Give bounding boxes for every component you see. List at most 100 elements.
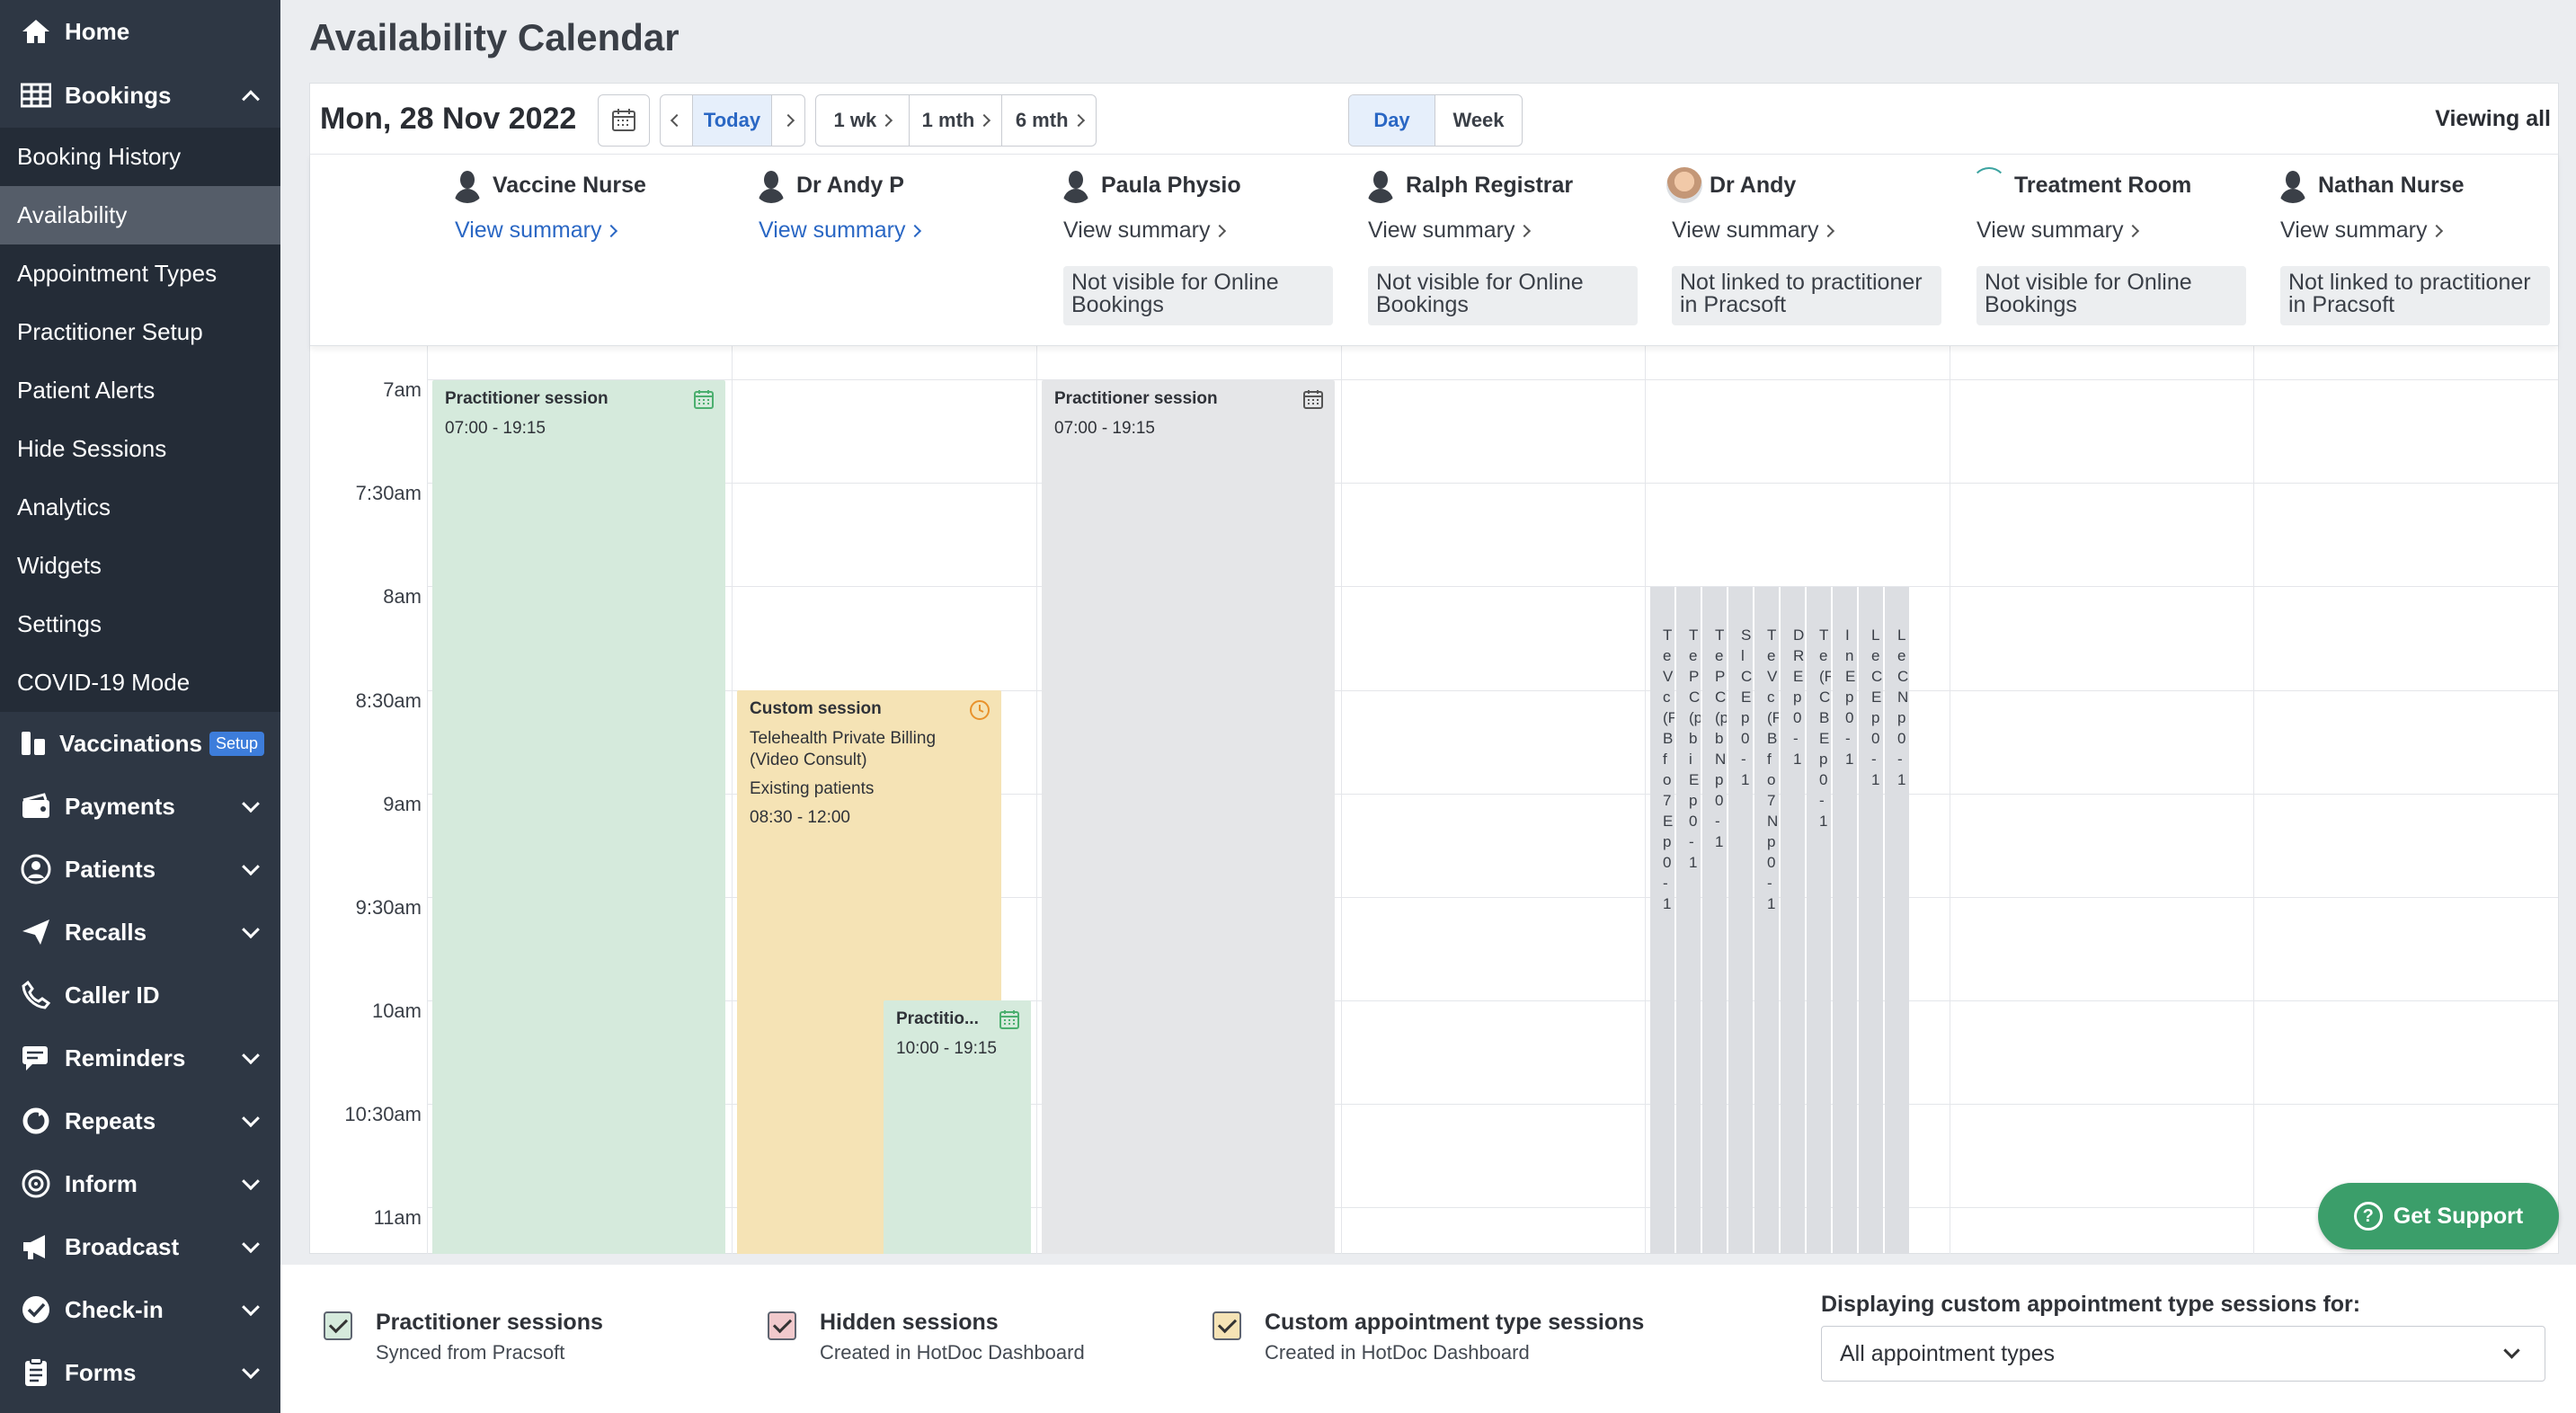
calendar-icon [693,389,715,416]
home-icon [18,13,54,49]
view-summary-label: View summary [1672,218,1819,243]
jump-1wk-button[interactable]: 1 wk [816,95,910,146]
nav-check-in[interactable]: Check-in [0,1278,280,1341]
week-view-button[interactable]: Week [1435,95,1522,146]
calendar-toolbar: Mon, 28 Nov 2022 Today 1 wk 1 mth 6 mth … [310,84,2558,154]
viewing-filter[interactable]: Viewing all [2435,106,2551,132]
hidden-session[interactable]: Practitioner session 07:00 - 19:15 [1042,380,1335,1254]
target-icon [18,1166,54,1202]
practitioner-name: Nathan Nurse [2275,167,2465,203]
practitioner-name-text: Dr Andy P [796,172,904,198]
avatar-photo [1666,167,1702,203]
chevron-left-icon [670,113,683,128]
session-title: Practitioner session [445,389,608,408]
avatar-icon [449,167,485,203]
view-summary-link[interactable]: View summary [1368,218,1532,244]
practitioner-name-text: Ralph Registrar [1406,172,1574,198]
session-strip[interactable]: InEp0-1 [1833,587,1857,1254]
nav-caller-id[interactable]: Caller ID [0,964,280,1026]
display-filter-label: Displaying custom appointment type sessi… [1821,1292,2361,1317]
appointment-type-select[interactable]: All appointment types [1821,1326,2545,1382]
nav-forms[interactable]: Forms [0,1341,280,1404]
session-strip[interactable]: SlCEp0-1 [1728,587,1753,1254]
nav-payments-label: Payments [65,792,175,820]
session-strip[interactable]: Te(FCBEp0-1 [1807,587,1831,1254]
nav-availability[interactable]: Availability [0,186,280,244]
practitioner-sessions-checkbox[interactable] [324,1311,352,1340]
today-button[interactable]: Today [693,95,772,146]
view-summary-link[interactable]: View summary [2280,218,2444,244]
get-support-button[interactable]: ? Get Support [2318,1183,2559,1249]
chevron-down-icon [242,1172,260,1191]
nav-appointment-types[interactable]: Appointment Types [0,244,280,303]
day-view-button[interactable]: Day [1349,95,1435,146]
time-label: 8:30am [355,689,422,712]
nav-hide-sessions[interactable]: Hide Sessions [0,420,280,478]
nav-payments[interactable]: Payments [0,775,280,838]
nav-widgets[interactable]: Widgets [0,537,280,595]
legend-hidden: Hidden sessions Created in HotDoc Dashbo… [768,1310,1085,1364]
session-strip[interactable]: LeCNp0-1 [1885,587,1909,1254]
nav-recalls[interactable]: Recalls [0,901,280,964]
time-label: 10am [371,1000,422,1022]
view-summary-link[interactable]: View summary [1063,218,1227,244]
nav-analytics[interactable]: Analytics [0,478,280,537]
chevron-right-icon [880,113,893,128]
practitioner-name: Paula Physio [1058,167,1241,203]
nav-reminders[interactable]: Reminders [0,1026,280,1089]
nav-check-in-label: Check-in [65,1295,164,1323]
practitioner-name: Treatment Room [1971,167,2191,203]
nav-booking-history[interactable]: Booking History [0,128,280,186]
session-strip[interactable]: TePC(pbiEp0-1 [1676,587,1701,1254]
phone-icon [18,977,54,1013]
view-summary-label: View summary [1976,218,2124,243]
view-summary-label: View summary [759,218,906,243]
calendar-icon [612,109,635,131]
session-strip[interactable]: TePC(pbNp0-1 [1702,587,1727,1254]
view-summary-link[interactable]: View summary [455,218,618,244]
view-summary-link[interactable]: View summary [759,218,922,244]
nav-inform[interactable]: Inform [0,1152,280,1215]
nav-patients-label: Patients [65,855,156,883]
nav-practitioner-setup[interactable]: Practitioner Setup [0,303,280,361]
jump-1wk-label: 1 wk [833,109,877,131]
nav-repeats-label: Repeats [65,1106,156,1134]
view-summary-link[interactable]: View summary [1976,218,2140,244]
next-day-button[interactable] [772,95,804,146]
custom-sessions-checkbox[interactable] [1212,1311,1241,1340]
session-strip[interactable]: TeVc(FBfo7Np0-1 [1754,587,1779,1254]
legend-bar: Practitioner sessions Synced from Pracso… [280,1265,2576,1413]
session-strip[interactable]: TeVc(FBfo7Ep0-1 [1650,587,1674,1254]
view-summary-label: View summary [1368,218,1515,243]
hidden-sessions-checkbox[interactable] [768,1311,796,1340]
date-picker-button[interactable] [598,94,650,147]
session-strip[interactable]: DREp0-1 [1781,587,1805,1254]
jump-6mth-label: 6 mth [1015,109,1069,131]
nav-repeats[interactable]: Repeats [0,1089,280,1152]
nav-patients[interactable]: Patients [0,838,280,901]
time-label: 7:30am [355,482,422,504]
jump-1mth-button[interactable]: 1 mth [910,95,1003,146]
nav-bookings[interactable]: Bookings [0,63,280,128]
nav-vaccinations[interactable]: Vaccinations Setup [0,712,280,775]
grid-icon [18,77,54,113]
nav-broadcast[interactable]: Broadcast [0,1215,280,1278]
practitioner-column-header: Nathan Nurse View summary Not linked to … [2275,155,2572,347]
nav-settings[interactable]: Settings [0,595,280,653]
nav-covid-mode[interactable]: COVID-19 Mode [0,653,280,712]
view-summary-label: View summary [1063,218,1211,243]
chevron-right-icon [2127,224,2140,237]
session-time: 07:00 - 19:15 [1054,419,1155,438]
prev-day-button[interactable] [661,95,693,146]
repeat-icon [18,1103,54,1139]
setup-badge: Setup [209,731,265,756]
view-summary-link[interactable]: View summary [1672,218,1835,244]
session-strip[interactable]: LeCEp0-1 [1859,587,1883,1254]
nav-patient-alerts[interactable]: Patient Alerts [0,361,280,420]
practitioner-name-text: Vaccine Nurse [493,172,646,198]
nav-home[interactable]: Home [0,0,280,63]
jump-6mth-button[interactable]: 6 mth [1002,95,1096,146]
send-icon [18,914,54,950]
practitioner-session[interactable]: Practitioner session 07:00 - 19:15 [432,380,725,1254]
practitioner-session[interactable]: Practitio... 10:00 - 19:15 [884,1000,1031,1254]
